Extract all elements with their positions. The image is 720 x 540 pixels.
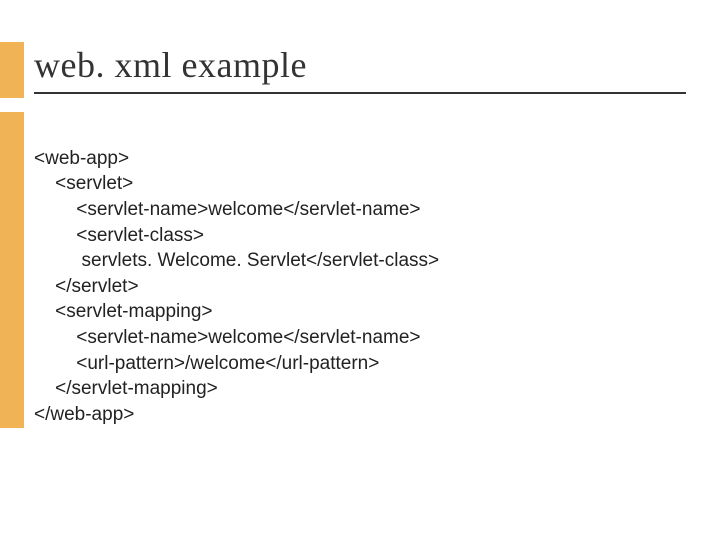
code-line: </servlet> <box>34 276 139 297</box>
code-line: <servlet> <box>34 173 133 194</box>
code-line: <servlet-name>welcome</servlet-name> <box>34 199 421 220</box>
code-line: </servlet-mapping> <box>34 378 218 399</box>
title-container: web. xml example <box>34 44 686 94</box>
code-line: <url-pattern>/welcome</url-pattern> <box>34 353 379 374</box>
accent-bar-top <box>0 42 24 98</box>
code-block: <web-app> <servlet> <servlet-name>welcom… <box>34 120 439 428</box>
code-line: <servlet-name>welcome</servlet-name> <box>34 327 421 348</box>
accent-bar-bottom <box>0 112 24 428</box>
page-title: web. xml example <box>34 44 686 94</box>
code-line: <servlet-class> <box>34 225 204 246</box>
code-line: servlets. Welcome. Servlet</servlet-clas… <box>34 250 439 271</box>
code-line: </web-app> <box>34 404 134 425</box>
code-line: <servlet-mapping> <box>34 301 212 322</box>
code-line: <web-app> <box>34 148 129 169</box>
